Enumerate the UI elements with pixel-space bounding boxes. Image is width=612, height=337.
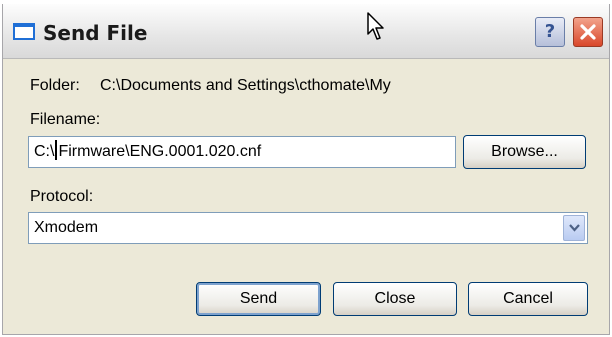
send-file-dialog: Send File ? Folder: C:\Documents and Set… — [2, 4, 610, 335]
protocol-selected-value: Xmodem — [34, 219, 99, 236]
window-title: Send File — [43, 21, 148, 45]
protocol-select[interactable]: Xmodem — [28, 212, 588, 244]
filename-input[interactable]: C:\ Firmware\ENG.0001.020.cnf — [28, 136, 456, 168]
help-button[interactable]: ? — [535, 17, 565, 47]
close-button[interactable]: Close — [333, 282, 457, 316]
filename-value-prefix: C:\ — [34, 143, 55, 160]
close-window-button[interactable] — [573, 17, 603, 47]
close-icon — [580, 24, 596, 40]
cancel-button[interactable]: Cancel — [468, 282, 588, 316]
filename-value-suffix: Firmware\ENG.0001.020.cnf — [58, 143, 262, 160]
help-icon: ? — [544, 21, 556, 42]
protocol-label: Protocol: — [30, 188, 94, 205]
dropdown-button[interactable] — [563, 215, 585, 241]
filename-label: Filename: — [30, 111, 101, 128]
folder-path: C:\Documents and Settings\cthomate\My — [100, 77, 391, 94]
folder-label: Folder: — [30, 77, 80, 94]
mouse-cursor-icon — [367, 12, 387, 47]
title-bar[interactable]: Send File ? — [3, 4, 609, 59]
window-icon — [13, 23, 35, 40]
chevron-down-icon — [569, 224, 580, 232]
browse-button[interactable]: Browse... — [463, 135, 586, 169]
send-button[interactable]: Send — [196, 282, 321, 316]
